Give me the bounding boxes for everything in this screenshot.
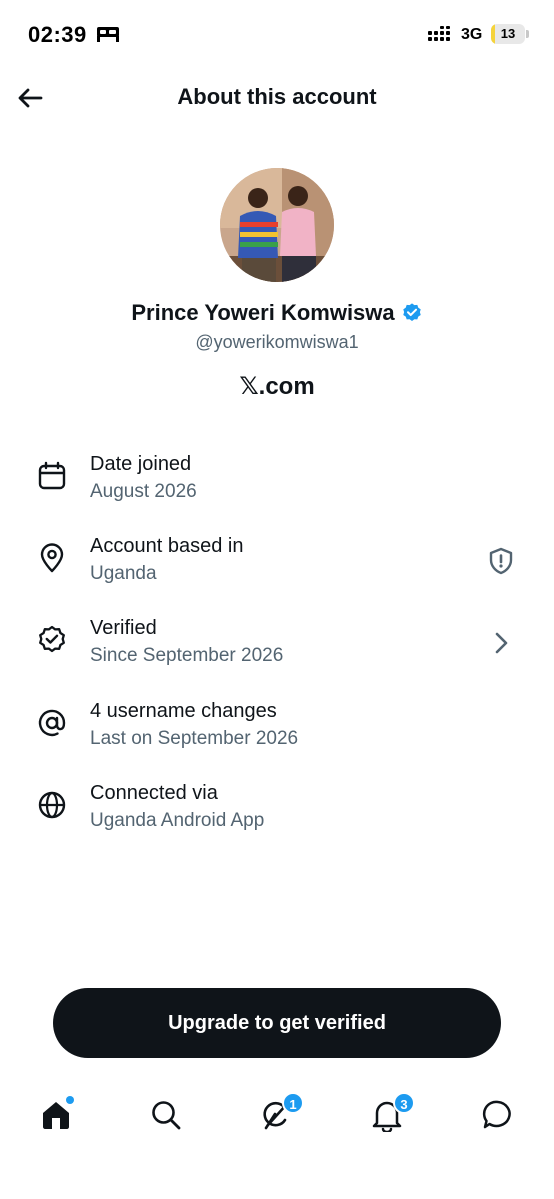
info-subtitle: Uganda bbox=[90, 563, 157, 584]
bottom-nav: 1 3 bbox=[0, 1080, 554, 1160]
nav-grok[interactable]: 1 bbox=[246, 1080, 306, 1150]
network-type-label: 3G bbox=[461, 26, 483, 43]
x-domain-label: 𝕏.com bbox=[239, 373, 315, 400]
avatar[interactable] bbox=[220, 168, 334, 282]
info-subtitle: August 2026 bbox=[90, 481, 197, 502]
nav-home[interactable] bbox=[26, 1080, 86, 1150]
info-subtitle: Since September 2026 bbox=[90, 645, 284, 666]
info-title: Account based in bbox=[90, 535, 244, 557]
nav-notifications[interactable]: 3 bbox=[357, 1080, 417, 1150]
status-time: 02:39 bbox=[28, 22, 87, 47]
info-text: Verified Since September 2026 bbox=[90, 614, 283, 670]
info-title: Connected via bbox=[90, 782, 218, 804]
info-title: Verified bbox=[90, 617, 157, 639]
search-icon bbox=[152, 1101, 181, 1130]
info-text: 4 username changes Last on September 202… bbox=[90, 697, 298, 753]
info-row-verified[interactable]: Verified Since September 2026 bbox=[0, 614, 554, 684]
info-row-account-based-in: Account based in Uganda bbox=[0, 532, 554, 602]
location-pin-icon bbox=[40, 543, 64, 573]
globe-icon bbox=[38, 791, 66, 819]
status-bar: 02:39 3G 13 bbox=[0, 0, 554, 70]
info-row-connected-via: Connected via Uganda Android App bbox=[0, 779, 554, 849]
info-row-date-joined: Date joined August 2026 bbox=[0, 450, 554, 520]
nav-search[interactable] bbox=[136, 1080, 196, 1150]
chevron-right-icon[interactable] bbox=[486, 628, 516, 658]
sleep-bed-icon bbox=[97, 27, 119, 42]
upgrade-to-verified-button[interactable]: Upgrade to get verified bbox=[53, 988, 501, 1058]
handle: @yowerikomwiswa1 bbox=[195, 332, 359, 352]
verified-check-icon bbox=[39, 625, 65, 653]
info-subtitle: Last on September 2026 bbox=[90, 728, 299, 749]
info-text: Connected via Uganda Android App bbox=[90, 779, 264, 835]
battery-nub bbox=[526, 30, 529, 38]
info-title: 4 username changes bbox=[90, 700, 277, 722]
notifications-badge: 3 bbox=[393, 1092, 415, 1114]
page-title: About this account bbox=[177, 84, 377, 109]
info-text: Date joined August 2026 bbox=[90, 450, 197, 506]
display-name: Prince Yoweri Komwiswa bbox=[131, 300, 395, 325]
nav-messages[interactable] bbox=[468, 1080, 528, 1150]
info-title: Date joined bbox=[90, 453, 192, 475]
calendar-icon bbox=[38, 461, 66, 490]
info-subtitle: Uganda Android App bbox=[90, 810, 265, 831]
messages-icon bbox=[482, 1100, 511, 1129]
info-row-username-changes: 4 username changes Last on September 202… bbox=[0, 697, 554, 767]
display-name-row: Prince Yoweri Komwiswa bbox=[0, 300, 554, 326]
verified-badge-icon bbox=[402, 303, 421, 321]
avatar-photo bbox=[220, 168, 334, 282]
home-notification-dot bbox=[66, 1096, 74, 1104]
cellular-signal-icon bbox=[428, 26, 450, 41]
info-text: Account based in Uganda bbox=[90, 532, 243, 588]
at-sign-icon bbox=[38, 709, 66, 737]
battery-icon: 13 bbox=[491, 24, 525, 44]
grok-badge: 1 bbox=[282, 1092, 304, 1114]
shield-alert-icon[interactable] bbox=[486, 546, 516, 576]
battery-percent: 13 bbox=[500, 26, 516, 41]
